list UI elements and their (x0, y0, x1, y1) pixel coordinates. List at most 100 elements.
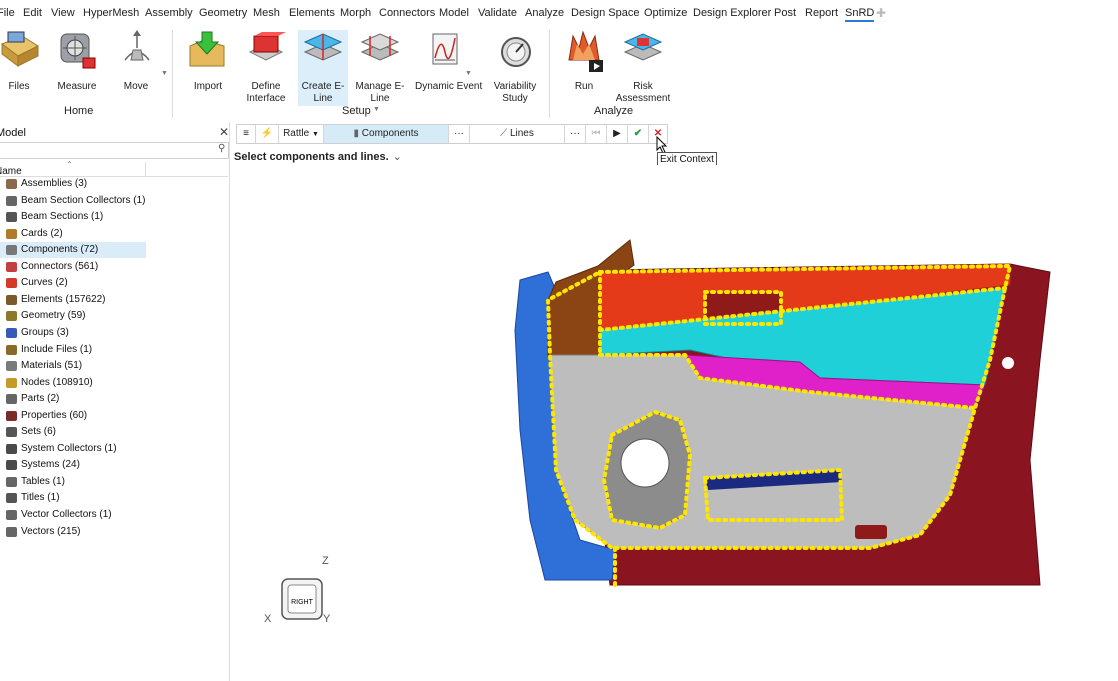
menu-post[interactable]: Post (774, 7, 796, 19)
menu-mesh[interactable]: Mesh (253, 7, 280, 19)
menu-geometry[interactable]: Geometry (199, 7, 247, 19)
risk-assessment-tool[interactable]: Risk Assessment (614, 30, 672, 106)
move-icon (124, 30, 150, 61)
dynamic-event-dropdown-icon[interactable]: ▼ (465, 70, 472, 77)
column-divider (145, 162, 146, 177)
menu-hypermesh[interactable]: HyperMesh (83, 7, 139, 19)
tree-item-vectors[interactable]: Vectors (215) (0, 524, 146, 540)
graphics-viewport[interactable] (230, 165, 1118, 681)
menu-snrd[interactable]: SnRD (845, 7, 875, 22)
tree-item-nodes[interactable]: Nodes (108910) (0, 375, 146, 391)
lightning-icon[interactable]: ⚡ (256, 125, 279, 143)
rattle-dropdown[interactable]: Rattle ▼ (279, 125, 324, 143)
skip-back-icon[interactable]: ⏮ (586, 125, 607, 143)
run-tool[interactable]: Run (562, 30, 606, 100)
tree-item-label: Titles (1) (21, 492, 60, 504)
lines-selector[interactable]: ⟋ Lines (470, 125, 565, 143)
menu-design-explorer[interactable]: Design Explorer (693, 7, 771, 19)
tree-item-cards[interactable]: Cards (2) (0, 226, 146, 242)
menu-morph[interactable]: Morph (340, 7, 371, 19)
tree-item-systems[interactable]: Systems (24) (0, 457, 146, 473)
close-icon[interactable]: ✕ (219, 125, 229, 139)
tree-item-label: Assemblies (3) (21, 178, 88, 189)
define-interface-tool[interactable]: Define Interface (242, 30, 290, 106)
manage-e-line-tool[interactable]: Manage E- Line (355, 30, 405, 106)
tree-item-beam-section-collectors[interactable]: Beam Section Collectors (1) (0, 193, 146, 209)
menu-connectors[interactable]: Connectors (379, 7, 435, 19)
tree-item-label: Beam Section Collectors (1) (21, 194, 146, 206)
menu-analyze[interactable]: Analyze (525, 7, 564, 19)
tree-item-parts[interactable]: Parts (2) (0, 391, 146, 407)
browser-title: Model (0, 127, 26, 139)
add-tab-icon[interactable]: ✚ (876, 6, 886, 20)
variability-study-tool[interactable]: Variability Study (490, 30, 540, 106)
menu-report[interactable]: Report (805, 7, 838, 19)
import-tool[interactable]: Import (186, 30, 230, 100)
view-face-label: RIGHT (291, 599, 314, 606)
browser-column-header[interactable]: Name ⌃ (0, 160, 228, 177)
dynamic-event-tool[interactable]: ▼ Dynamic Event (413, 30, 483, 100)
tree-item-system-collectors[interactable]: System Collectors (1) (0, 441, 146, 457)
components-label: Components (361, 128, 419, 139)
tree-item-materials[interactable]: Materials (51) (0, 358, 146, 374)
curves-icon (6, 278, 17, 289)
tree-item-beam-sections[interactable]: Beam Sections (1) (0, 209, 146, 225)
assemblies-icon (6, 179, 17, 189)
components-more-button[interactable]: ··· (449, 125, 470, 143)
move-dropdown-icon[interactable]: ▼ (161, 70, 168, 77)
tree-item-connectors[interactable]: Connectors (561) (0, 259, 146, 275)
double-chevron-down-icon[interactable]: ⌄ (393, 151, 402, 163)
tree-item-label: Include Files (1) (21, 343, 93, 355)
setup-dropdown-icon[interactable]: ▼ (373, 106, 380, 113)
orientation-cube-icon[interactable]: RIGHT Z X Y (260, 553, 340, 625)
menu-elements[interactable]: Elements (289, 7, 335, 19)
tree-item-include-files[interactable]: Include Files (1) (0, 342, 146, 358)
tree-item-elements[interactable]: Elements (157622) (0, 292, 146, 308)
create-e-line-icon (303, 33, 343, 61)
tree-item-tables[interactable]: Tables (1) (0, 474, 146, 490)
files-tool[interactable]: Files (0, 30, 40, 100)
z-axis-label: Z (322, 555, 329, 567)
tree-item-components[interactable]: Components (72) (0, 242, 146, 259)
menu-assembly[interactable]: Assembly (145, 7, 193, 19)
hinge-hole (1002, 357, 1014, 369)
tree-item-geometry[interactable]: Geometry (59) (0, 308, 146, 324)
menu-optimize[interactable]: Optimize (644, 7, 687, 19)
create-e-line-label: Create E- Line (301, 81, 345, 104)
move-tool[interactable]: ▼ Move (115, 30, 168, 100)
context-menu-button[interactable]: ≡ (237, 125, 256, 143)
menu-validate[interactable]: Validate (478, 7, 517, 19)
tree-item-assemblies[interactable]: Assemblies (3) (0, 176, 146, 192)
menu-view[interactable]: View (51, 7, 75, 19)
ribbon-divider (549, 30, 550, 118)
menu-model[interactable]: Model (439, 7, 469, 19)
manage-e-line-label: Manage E- Line (355, 81, 405, 104)
tree-item-properties[interactable]: Properties (60) (0, 408, 146, 424)
tree-item-label: Cards (2) (21, 227, 63, 239)
tree-item-titles[interactable]: Titles (1) (0, 490, 146, 506)
lines-more-button[interactable]: ··· (565, 125, 586, 143)
create-e-line-tool[interactable]: Create E- Line (298, 30, 348, 106)
tree-item-sets[interactable]: Sets (6) (0, 424, 146, 440)
lower-latch[interactable] (855, 525, 887, 539)
confirm-icon[interactable]: ✔ (628, 125, 649, 143)
tree-item-label: Elements (157622) (21, 293, 106, 305)
define-interface-icon (248, 32, 286, 61)
browser-search-input[interactable]: ⚲ (0, 142, 229, 159)
import-icon (189, 31, 225, 67)
menu-design-space[interactable]: Design Space (571, 7, 640, 19)
measure-tool[interactable]: Measure (55, 30, 99, 100)
play-icon[interactable]: ▶ (607, 125, 628, 143)
tree-item-label: Curves (2) (21, 277, 68, 289)
door-model[interactable] (230, 165, 1118, 681)
prompt-text: Select components and lines. (234, 151, 389, 163)
components-selector[interactable]: ▮ Components (324, 125, 449, 143)
tree-item-groups[interactable]: Groups (3) (0, 325, 146, 341)
variability-study-label: Variability Study (493, 81, 537, 104)
titles-icon (6, 493, 17, 504)
tree-item-vector-collectors[interactable]: Vector Collectors (1) (0, 507, 146, 523)
menu-file[interactable]: File (0, 7, 15, 19)
tree-item-curves[interactable]: Curves (2) (0, 275, 146, 291)
menu-edit[interactable]: Edit (23, 7, 42, 19)
view-triad[interactable]: RIGHT Z X Y (260, 553, 340, 628)
